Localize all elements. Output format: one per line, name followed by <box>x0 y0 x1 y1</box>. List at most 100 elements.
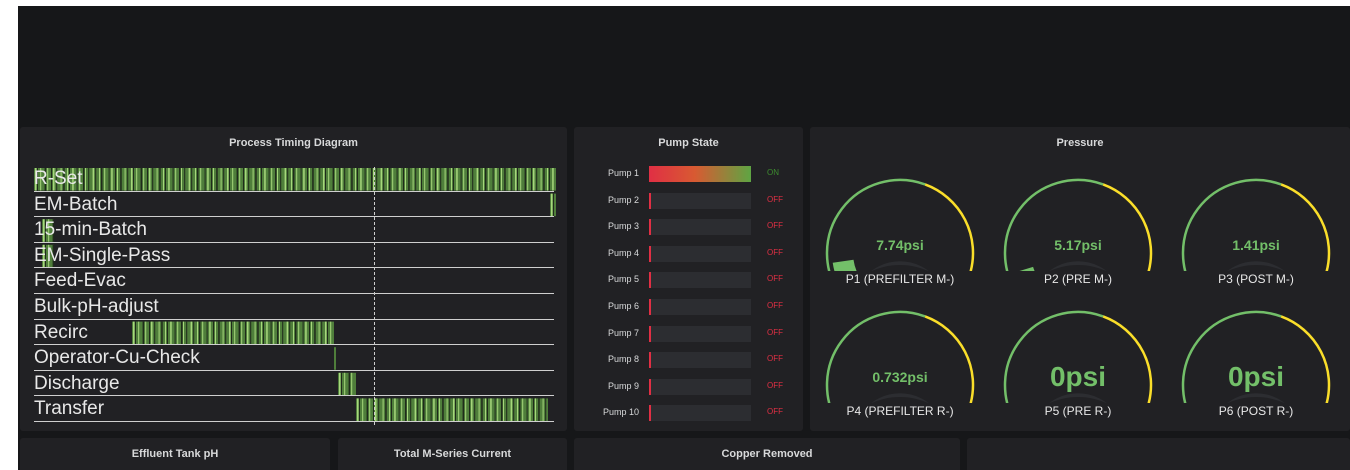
gauge-threshold-band <box>1003 178 1104 297</box>
gauge-label: P2 (PRE M-) <box>1043 272 1112 286</box>
pump-state-label: ON <box>767 168 779 177</box>
pump-row: Pump 7 OFF <box>574 325 799 343</box>
timing-lane-label: R-Set <box>34 168 83 189</box>
timing-lane-line <box>34 190 554 192</box>
gauge-fill <box>832 259 862 293</box>
pump-label: Pump 8 <box>607 354 639 365</box>
timing-lane-label: Bulk-pH-adjust <box>34 296 159 317</box>
pump-label: Pump 3 <box>607 221 639 232</box>
timing-lane-label: Operator-Cu-Check <box>34 347 200 369</box>
gauge-label: P4 (PREFILTER R-) <box>846 404 954 418</box>
gauge-threshold-band <box>825 310 926 429</box>
timing-lane-line <box>34 318 554 320</box>
timing-panel: Process Timing Diagram R-Set EM-Batch 15-m… <box>20 127 567 431</box>
pump-state-label: OFF <box>767 327 783 337</box>
pump-label: Pump 1 <box>607 168 639 178</box>
pump-label: Pump 9 <box>607 380 639 391</box>
pump-level-bar <box>649 325 751 342</box>
timing-lane-line <box>34 421 554 422</box>
gauge-track <box>844 393 956 425</box>
pump-row: Pump 6 OFF <box>574 298 799 316</box>
pressure-panel: Pressure 7.74psi P1 (PREFILTER M-) 5.17psi… <box>810 127 1350 431</box>
pressure-gauge: 0.732psi P4 (PREFILTER R-) <box>815 299 985 431</box>
gauge-value: 1.41psi <box>1232 237 1280 253</box>
gauge-dial <box>1181 178 1331 297</box>
pressure-gauge: 0psi P5 (PRE R-) <box>993 299 1163 431</box>
current-panel: Total M-Series Current <box>338 438 567 470</box>
timing-lane-label: Recirc <box>34 321 88 343</box>
pump-level-bar <box>649 245 751 262</box>
pump-state-label: OFF <box>767 274 783 284</box>
pump-level-bar <box>649 299 751 315</box>
timing-lane-label: 15-min-Batch <box>34 219 147 241</box>
pump-label: Pump 4 <box>607 247 639 258</box>
pump-level-bar <box>649 219 751 236</box>
timing-lane-line <box>34 241 554 243</box>
gauge-threshold-band <box>1280 183 1331 274</box>
gauge-label: P3 (POST M-) <box>1218 272 1294 286</box>
pump-state-label: OFF <box>767 247 783 257</box>
gauge-track <box>844 261 956 293</box>
pump-row: Pump 4 OFF <box>574 245 799 263</box>
pump-row: Pump 3 OFF <box>574 218 799 236</box>
gauge-value: 5.17psi <box>1054 237 1102 253</box>
panel-title: Total M-Series Current <box>393 448 512 460</box>
pump-state-label: OFF <box>767 380 783 390</box>
time-marker <box>374 167 375 425</box>
timing-lane-line <box>34 395 554 397</box>
pump-panel: Pump State Pump 1 ON Pump 2 OFF Pump 3 OFF Pum… <box>574 127 803 431</box>
pump-level-bar <box>649 405 751 422</box>
pump-label: Pump 2 <box>607 194 639 205</box>
pump-state-label: OFF <box>767 301 783 310</box>
gauge-track <box>1022 393 1134 425</box>
gauge-fill <box>1013 266 1040 293</box>
timing-lane-line <box>34 267 554 269</box>
timing-lane-label: EM-Single-Pass <box>34 244 171 266</box>
pressure-gauge: 5.17psi P2 (PRE M-) <box>993 167 1163 307</box>
gauge-label: P6 (POST R-) <box>1218 404 1294 418</box>
timing-lane-line <box>34 344 554 346</box>
gauge-threshold-band <box>1102 183 1153 274</box>
pump-state-label: OFF <box>767 194 783 204</box>
pump-level-bar <box>649 378 751 395</box>
pump-level-bar <box>649 272 751 289</box>
gauge-label: P5 (PRE R-) <box>1044 404 1112 418</box>
gauge-threshold-band <box>1181 178 1282 297</box>
panel-title: Effluent Tank pH <box>131 448 219 460</box>
pump-state-label: OFF <box>767 221 783 231</box>
pressure-gauge: 7.74psi P1 (PREFILTER M-) <box>815 167 985 307</box>
pump-label: Pump 5 <box>607 274 639 285</box>
pressure-gauge: 1.41psi P3 (POST M-) <box>1171 167 1341 307</box>
timing-lane-line <box>34 216 554 218</box>
dashboard: Process Timing Diagram R-Set EM-Batch 15-m… <box>18 6 1350 470</box>
gauge-value: 7.74psi <box>876 237 924 253</box>
timing-segment <box>334 347 336 370</box>
pump-level-bar <box>649 352 751 369</box>
timing-lane-label: Discharge <box>34 372 120 394</box>
pump-state-label: OFF <box>767 407 783 417</box>
pump-level-bar <box>649 166 751 182</box>
pressure-gauge: 0psi P6 (POST R-) <box>1171 299 1341 431</box>
copper-panel: Copper Removed <box>574 438 960 470</box>
pump-state-label: OFF <box>767 354 783 364</box>
panel-title: Copper Removed <box>721 448 813 460</box>
pump-label: Pump 7 <box>607 327 639 338</box>
pump-row: Pump 9 OFF <box>574 378 799 396</box>
gauge-track <box>1200 261 1312 293</box>
pump-label: Pump 6 <box>607 301 639 311</box>
timing-segment <box>132 321 334 345</box>
gauge-threshold-band <box>825 178 926 297</box>
panel-title: Pressure <box>1056 137 1104 149</box>
timing-lane-line <box>34 293 554 294</box>
gauge-label: P1 (PREFILTER M-) <box>845 272 955 286</box>
pump-row: Pump 10 OFF <box>574 404 799 422</box>
pump-row: Pump 2 OFF <box>574 192 799 210</box>
timing-segment <box>550 193 556 217</box>
gauge-dial <box>825 310 975 429</box>
empty-panel <box>967 438 1350 470</box>
timing-segment <box>356 398 548 421</box>
gauge-dial <box>1003 178 1153 297</box>
pump-row: Pump 8 OFF <box>574 351 799 369</box>
gauge-threshold-band <box>924 315 975 406</box>
panel-title: Pump State <box>658 137 719 149</box>
